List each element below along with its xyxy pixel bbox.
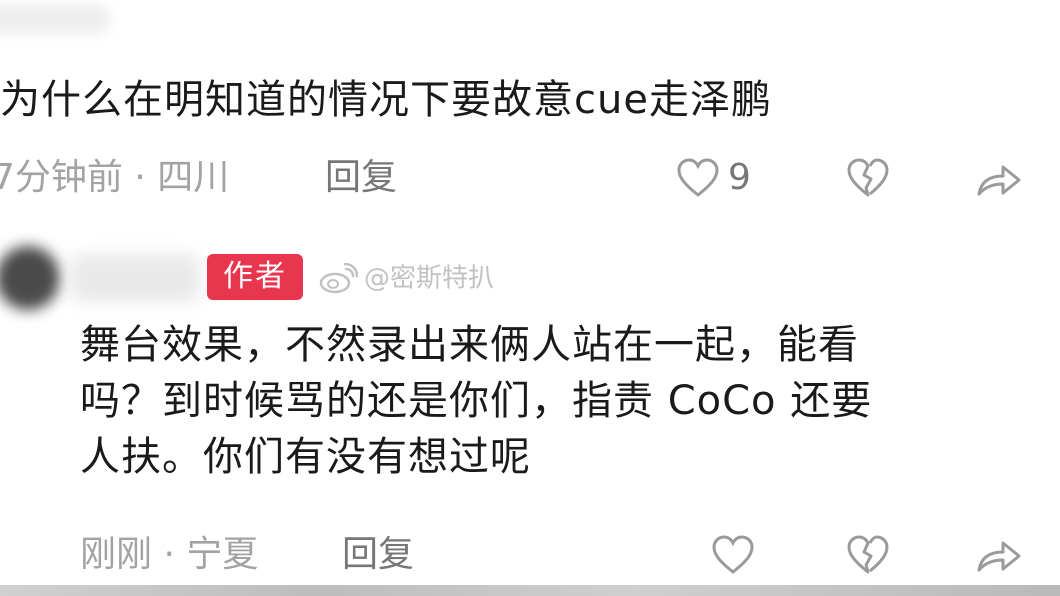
- bottom-edge-strip: [0, 585, 1060, 596]
- reply-text-line: 舞台效果，不然录出来俩人站在一起，能看: [80, 322, 859, 368]
- blurred-username: [70, 254, 200, 302]
- meta-separator: ·: [163, 534, 175, 575]
- blurred-username: [0, 4, 110, 34]
- reply-button[interactable]: 回复: [325, 156, 397, 200]
- broken-heart-icon[interactable]: [846, 535, 890, 575]
- meta-separator: ·: [134, 157, 146, 198]
- comment-meta: 7分钟前 · 四川: [0, 156, 229, 200]
- heart-icon[interactable]: [676, 158, 720, 198]
- author-badge: 作者: [207, 254, 303, 300]
- heart-icon[interactable]: [711, 535, 755, 575]
- reply-location: 宁夏: [186, 534, 259, 575]
- broken-heart-icon[interactable]: [846, 158, 890, 198]
- watermark-text: @密斯特扒: [364, 263, 495, 294]
- avatar[interactable]: [0, 246, 60, 310]
- share-icon[interactable]: [975, 162, 1023, 198]
- reply-time: 刚刚: [80, 534, 153, 575]
- reply-text-line: 人扶。你们有没有想过呢: [80, 434, 531, 480]
- weibo-icon: [319, 262, 358, 293]
- reply-text: 舞台效果，不然录出来俩人站在一起，能看 吗？到时候骂的还是你们，指责 CoCo …: [80, 317, 1040, 485]
- reply-meta: 刚刚 · 宁夏: [80, 533, 258, 577]
- weibo-watermark: @密斯特扒: [318, 256, 494, 300]
- like-count: 9: [728, 157, 751, 198]
- reply-text-line: 吗？到时候骂的还是你们，指责 CoCo 还要: [80, 378, 873, 424]
- comment-time: 7分钟前: [0, 157, 123, 198]
- share-icon[interactable]: [975, 538, 1023, 574]
- comment-text: 为什么在明知道的情况下要故意cue走泽鹏: [0, 77, 772, 123]
- comment-location: 四川: [157, 157, 230, 198]
- reply-button[interactable]: 回复: [342, 533, 414, 577]
